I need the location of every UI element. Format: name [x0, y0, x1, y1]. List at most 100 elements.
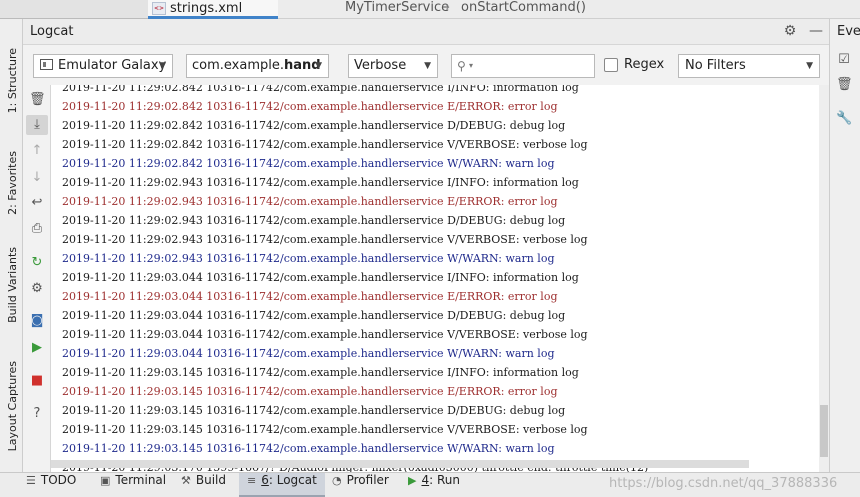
log-line: 2019-11-20 11:29:03.044 10316-11742/com.…: [62, 271, 579, 284]
bottom-tab-build[interactable]: ⚒ Build: [181, 473, 226, 497]
trash-icon[interactable]: 🗑: [836, 77, 853, 93]
print-icon[interactable]: ⎙: [29, 221, 45, 237]
bottom-tab-logcat[interactable]: ≡ 6: Logcat: [239, 473, 325, 497]
favorites-tab-label: 2: Favorites: [5, 151, 19, 215]
help-icon[interactable]: ?: [29, 406, 45, 422]
editor-tab-previous[interactable]: [0, 0, 148, 19]
trash-icon[interactable]: 🗑: [29, 92, 46, 108]
device-icon: [40, 59, 53, 70]
bottom-tab-run[interactable]: ▶ 4: Run: [408, 473, 460, 497]
log-line: 2019-11-20 11:29:02.943 10316-11742/com.…: [62, 233, 588, 246]
log-level-selector[interactable]: Verbose ▼: [348, 54, 438, 78]
terminal-icon: ▣: [100, 474, 111, 487]
left-tool-strip: 1: Structure 2: Favorites Build Variants…: [0, 19, 23, 472]
log-line: 2019-11-20 11:29:03.145 10316-11742/com.…: [62, 423, 588, 436]
settings-icon[interactable]: ⚙: [29, 281, 45, 297]
arrow-up-icon[interactable]: ↑: [29, 143, 45, 159]
scroll-to-end-icon[interactable]: ⤓: [26, 115, 48, 135]
android-studio-window: <> strings.xml MyTimerService › onStartC…: [0, 0, 860, 497]
log-line: 2019-11-20 11:29:03.044 10316-11742/com.…: [62, 290, 558, 303]
log-line: 2019-11-20 11:29:03.044 10316-11742/com.…: [62, 309, 566, 322]
minimize-icon[interactable]: —: [808, 23, 824, 39]
filter-selector-value: No Filters: [685, 58, 746, 73]
log-horizontal-scrollbar[interactable]: [51, 460, 749, 468]
logcat-title: Logcat: [30, 24, 74, 39]
build-variants-tab-label: Build Variants: [5, 247, 19, 323]
breadcrumb-method[interactable]: onStartCommand(): [461, 0, 586, 15]
bottom-tab-run-mnemonic: 4: [421, 473, 430, 487]
search-history-chevron-icon: ▾: [469, 61, 474, 70]
logcat-output[interactable]: 2019-11-20 11:29:02.842 10316-11742/com.…: [51, 85, 819, 472]
tool-tab-layout-captures[interactable]: Layout Captures: [3, 353, 21, 459]
regex-checkbox[interactable]: [604, 58, 618, 72]
log-line: 2019-11-20 11:29:02.943 10316-11742/com.…: [62, 195, 558, 208]
tool-tab-structure[interactable]: 1: Structure: [3, 41, 21, 121]
structure-tab-label: 1: Structure: [5, 48, 19, 114]
log-line: 2019-11-20 11:29:02.842 10316-11742/com.…: [62, 100, 558, 113]
log-line: 2019-11-20 11:29:02.842 10316-11742/com.…: [62, 119, 566, 132]
chevron-down-icon: ▼: [315, 61, 322, 71]
bottom-tab-logcat-label: : Logcat: [268, 473, 317, 487]
arrow-down-icon[interactable]: ↓: [29, 170, 45, 186]
logcat-side-toolbar: 🗑 ⤓ ↑ ↓ ↩ ⎙ ↻ ⚙ ◙ ▶ ■ ?: [23, 85, 51, 472]
regex-label: Regex: [624, 57, 665, 72]
watermark: https://blog.csdn.net/qq_37888336: [609, 476, 838, 491]
log-line: 2019-11-20 11:29:02.842 10316-11742/com.…: [62, 85, 579, 94]
editor-tab-strings-xml[interactable]: <> strings.xml: [148, 0, 278, 19]
wrench-icon[interactable]: 🔧: [836, 111, 852, 127]
gear-icon[interactable]: ⚙: [782, 23, 798, 39]
right-panel-title: Even: [837, 24, 860, 39]
bottom-tab-logcat-mnemonic: 6: [261, 473, 269, 487]
editor-tab-bar: <> strings.xml MyTimerService › onStartC…: [0, 0, 860, 19]
bottom-tool-window-bar: ☰ TODO ▣ Terminal ⚒ Build ≡ 6: Logcat ◔ Profi…: [0, 472, 860, 497]
soft-wrap-icon[interactable]: ↩: [29, 195, 45, 211]
bottom-tab-todo[interactable]: ☰ TODO: [26, 473, 76, 497]
log-vertical-scroll-thumb[interactable]: [820, 405, 828, 457]
device-selector-value: Emulator Galaxy: [58, 58, 167, 73]
log-line: 2019-11-20 11:29:02.842 10316-11742/com.…: [62, 157, 555, 170]
logcat-header: Logcat ⚙ —: [23, 19, 829, 45]
log-line: 2019-11-20 11:29:03.044 10316-11742/com.…: [62, 328, 588, 341]
search-icon: ⚲: [457, 59, 466, 73]
log-line: 2019-11-20 11:29:02.943 10316-11742/com.…: [62, 176, 579, 189]
log-line: 2019-11-20 11:29:03.145 10316-11742/com.…: [62, 404, 566, 417]
stop-icon[interactable]: ■: [29, 373, 45, 389]
logcat-icon: ≡: [247, 474, 257, 487]
tool-tab-build-variants[interactable]: Build Variants: [3, 239, 21, 331]
checklist-icon[interactable]: ☑: [836, 52, 852, 68]
log-line: 2019-11-20 11:29:02.842 10316-11742/com.…: [62, 138, 588, 151]
bottom-tab-build-label: Build: [195, 473, 226, 487]
chevron-down-icon: ▼: [424, 61, 431, 71]
log-line: 2019-11-20 11:29:03.044 10316-11742/com.…: [62, 347, 555, 360]
restart-icon[interactable]: ↻: [29, 255, 45, 271]
log-level-value: Verbose: [354, 58, 407, 73]
log-line: 2019-11-20 11:29:02.943 10316-11742/com.…: [62, 252, 555, 265]
xml-file-icon: <>: [152, 2, 166, 15]
bottom-tab-profiler[interactable]: ◔ Profiler: [332, 473, 389, 497]
bottom-tab-run-label: : Run: [429, 473, 460, 487]
bottom-tab-profiler-label: Profiler: [346, 473, 389, 487]
bottom-tab-terminal[interactable]: ▣ Terminal: [100, 473, 166, 497]
screenshot-camera-icon[interactable]: ◙: [29, 313, 45, 329]
chevron-down-icon: ▼: [806, 61, 813, 71]
filter-selector[interactable]: No Filters ▼: [678, 54, 820, 78]
device-selector[interactable]: Emulator Galaxy ▼: [33, 54, 173, 78]
profiler-icon: ◔: [332, 474, 342, 487]
package-selector-value: com.example.: [192, 58, 284, 73]
layout-captures-tab-label: Layout Captures: [5, 360, 19, 452]
breadcrumb-class[interactable]: MyTimerService: [345, 0, 449, 15]
log-line: 2019-11-20 11:29:03.145 10316-11742/com.…: [62, 442, 555, 455]
tool-tab-favorites[interactable]: 2: Favorites: [3, 141, 21, 225]
log-line: 2019-11-20 11:29:03.145 10316-11742/com.…: [62, 385, 558, 398]
run-icon: ▶: [408, 474, 417, 487]
package-selector[interactable]: com.example.hand ▼: [186, 54, 329, 78]
screen-record-icon[interactable]: ▶: [29, 340, 45, 356]
log-line: 2019-11-20 11:29:02.943 10316-11742/com.…: [62, 214, 566, 227]
search-input[interactable]: ⚲ ▾: [451, 54, 595, 78]
hammer-icon: ⚒: [181, 474, 191, 487]
editor-tab-label: strings.xml: [170, 1, 243, 16]
todo-icon: ☰: [26, 474, 36, 487]
breadcrumb-separator: ›: [445, 0, 451, 15]
log-line: 2019-11-20 11:29:03.145 10316-11742/com.…: [62, 366, 579, 379]
chevron-down-icon: ▼: [159, 61, 166, 71]
